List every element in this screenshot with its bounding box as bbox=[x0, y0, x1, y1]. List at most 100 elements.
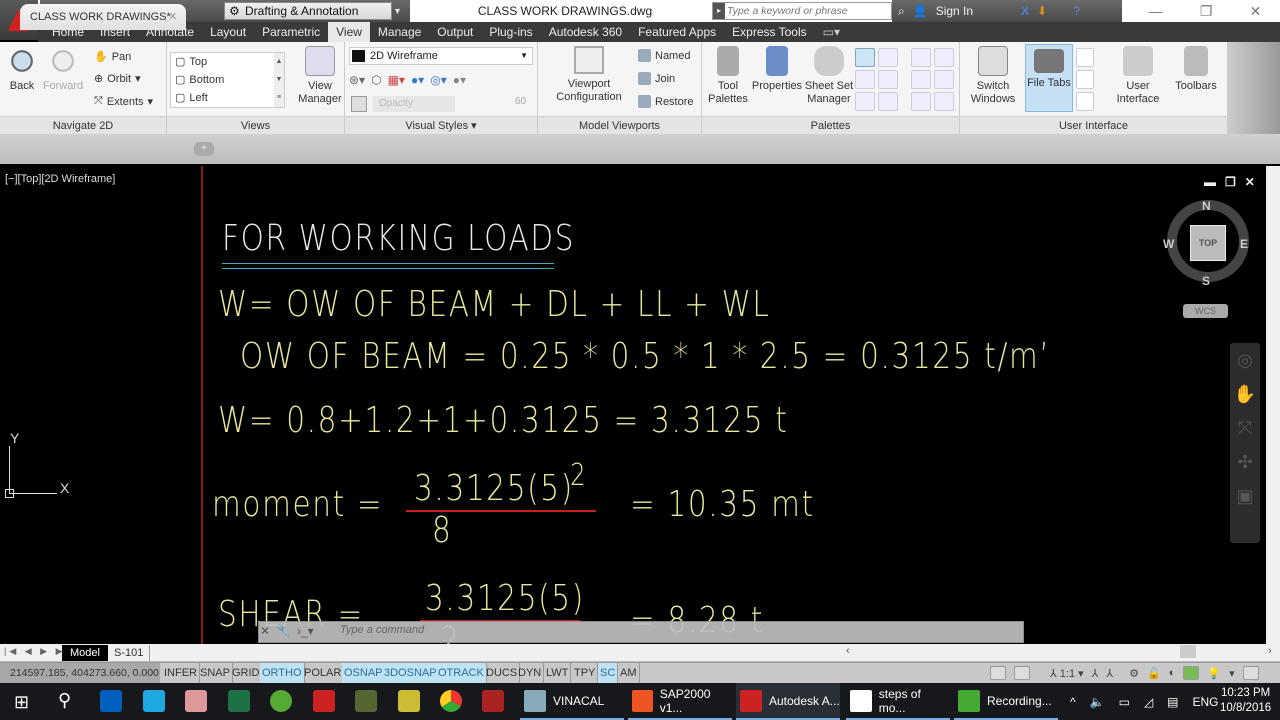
face-style-icon[interactable]: ⬡ bbox=[371, 73, 381, 87]
layout-nav-arrows[interactable]: |◀ ◀ ▶ ▶| bbox=[4, 646, 71, 657]
ribbon-minimize-icon[interactable]: ▭▾ bbox=[815, 22, 848, 42]
compass-north[interactable]: N bbox=[1202, 199, 1211, 213]
visual-style-dropdown[interactable]: 2D Wireframe ▼ bbox=[349, 47, 533, 65]
restore-viewports-button[interactable]: Restore bbox=[638, 95, 694, 108]
close-tab-icon[interactable]: ✕ bbox=[168, 4, 177, 30]
toggle-snap[interactable]: SNAP bbox=[198, 663, 233, 683]
visual-styles-manager-icon[interactable] bbox=[911, 70, 931, 89]
viewport-close-icon[interactable]: ✕ bbox=[1245, 175, 1255, 189]
toggle-infer[interactable]: INFER bbox=[162, 663, 200, 683]
show-hidden-icons-icon[interactable]: ^ bbox=[1070, 695, 1076, 709]
opacity-slider[interactable]: Opacity bbox=[373, 96, 455, 112]
sheet-set-manager-button[interactable]: Sheet Set Manager bbox=[804, 46, 854, 106]
compass-south[interactable]: S bbox=[1202, 274, 1210, 288]
toggle-dyn[interactable]: DYN bbox=[516, 663, 545, 683]
render-icon[interactable] bbox=[911, 92, 931, 111]
command-line-toggle-icon[interactable] bbox=[855, 48, 875, 67]
gallery-scroll[interactable]: ▲ ▼ ≡ bbox=[274, 53, 284, 107]
view-bottom[interactable]: ▢ Bottom bbox=[175, 73, 224, 87]
file-tab-class-work-drawings[interactable]: CLASS WORK DRAWINGS* bbox=[20, 4, 186, 30]
taskbar-app-camtasia[interactable]: Recording... bbox=[954, 683, 1058, 720]
app-icon-blue[interactable] bbox=[143, 690, 165, 712]
toolbar-lock-icon[interactable]: 🔓 bbox=[1147, 667, 1161, 680]
toggle-ortho[interactable]: ORTHO bbox=[260, 663, 305, 683]
exchange-icon[interactable]: X bbox=[1021, 4, 1029, 18]
viewport-controls[interactable]: [−][Top][2D Wireframe] bbox=[5, 173, 115, 185]
views-gallery[interactable]: ▢ Top ▢ Bottom ▢ Left ▲ ▼ ≡ bbox=[170, 52, 285, 108]
layout-tab-model[interactable]: Model bbox=[62, 645, 108, 661]
viewport-restore-icon[interactable]: ❐ bbox=[1225, 175, 1236, 189]
lights-palette-icon[interactable] bbox=[934, 48, 954, 67]
toggle-polar[interactable]: POLAR bbox=[302, 663, 345, 683]
pan-icon[interactable]: ✋ bbox=[1230, 377, 1260, 411]
taskbar-app-photos[interactable]: steps of mo... bbox=[846, 683, 950, 720]
workspace-switching-gear-icon[interactable]: ⚙ bbox=[1129, 667, 1139, 680]
excel-icon[interactable] bbox=[228, 690, 250, 712]
annotation-visibility-icon[interactable]: ⅄ bbox=[1092, 667, 1099, 680]
edge-effects-icon[interactable]: ⊛▾ bbox=[349, 73, 365, 87]
back-button[interactable]: Back bbox=[6, 46, 38, 93]
search-input[interactable]: Type a keyword or phrase bbox=[712, 2, 892, 20]
external-references-icon[interactable] bbox=[855, 70, 875, 89]
snipping-tool-icon[interactable] bbox=[185, 690, 207, 712]
material-icon[interactable]: ▦▾ bbox=[388, 73, 405, 87]
auto-scale-icon[interactable]: ⅄ bbox=[1106, 667, 1113, 680]
tool-palettes-button[interactable]: Tool Palettes bbox=[706, 46, 750, 106]
design-center-icon[interactable] bbox=[878, 48, 898, 67]
tab-view[interactable]: View bbox=[328, 22, 370, 42]
app-icon-green[interactable] bbox=[355, 690, 377, 712]
hardware-acceleration-icon[interactable]: ◐ bbox=[1169, 667, 1176, 679]
clean-screen-icon[interactable] bbox=[1242, 666, 1259, 680]
scroll-left-icon[interactable]: ‹ bbox=[846, 645, 850, 657]
stay-connected-icon[interactable]: ⬇ bbox=[1037, 4, 1047, 18]
compass-west[interactable]: W bbox=[1163, 237, 1174, 251]
model-space-icon[interactable] bbox=[990, 666, 1006, 680]
coordinates-readout[interactable]: 214597.185, 404273.660, 0.000 bbox=[0, 663, 160, 683]
toggle-otrack[interactable]: OTRACK bbox=[436, 663, 487, 683]
command-prompt-icon[interactable]: ›_▾ bbox=[297, 624, 314, 638]
view-manager-button[interactable]: View Manager bbox=[295, 46, 345, 106]
ucs-menu[interactable]: WCS bbox=[1183, 304, 1228, 318]
sign-in-button[interactable]: Sign In bbox=[936, 4, 973, 18]
chrome-icon[interactable] bbox=[440, 690, 462, 712]
layer-properties-icon[interactable] bbox=[878, 92, 898, 111]
quickcalc-icon[interactable] bbox=[878, 70, 898, 89]
showmotion-icon[interactable]: ▣ bbox=[1230, 479, 1260, 513]
toggle-lwt[interactable]: LWT bbox=[544, 663, 572, 683]
forward-button[interactable]: Forward bbox=[40, 46, 86, 93]
scroll-right-icon[interactable]: › bbox=[1268, 645, 1272, 657]
toggle-grid[interactable]: GRID bbox=[230, 663, 263, 683]
help-icon[interactable]: ? bbox=[1073, 4, 1080, 18]
steering-wheel-icon[interactable]: ◎ bbox=[1230, 343, 1260, 377]
workspace-dropdown[interactable]: Drafting & Annotation bbox=[224, 2, 392, 20]
cameras-icon[interactable] bbox=[934, 70, 954, 89]
lightbulb-icon[interactable]: 💡 bbox=[1207, 667, 1221, 680]
tab-autodesk-360[interactable]: Autodesk 360 bbox=[541, 22, 630, 42]
tile-vertical-icon[interactable] bbox=[1076, 70, 1094, 89]
properties-button[interactable]: Properties bbox=[750, 46, 804, 93]
lights-icon[interactable]: ●▾ bbox=[411, 73, 424, 87]
xray-icon[interactable] bbox=[351, 96, 367, 112]
download-manager-icon[interactable] bbox=[313, 690, 335, 712]
close-icon[interactable]: ✕ bbox=[1250, 3, 1262, 20]
bluetooth-icon[interactable] bbox=[100, 690, 122, 712]
tab-parametric[interactable]: Parametric bbox=[254, 22, 328, 42]
toggle-osnap[interactable]: OSNAP bbox=[342, 663, 386, 683]
markup-set-icon[interactable] bbox=[855, 92, 875, 111]
view-left[interactable]: ▢ Left bbox=[175, 91, 208, 105]
language-indicator[interactable]: ENG bbox=[1193, 695, 1219, 709]
restore-icon[interactable]: ❐ bbox=[1200, 3, 1213, 20]
new-tab-button[interactable]: + bbox=[194, 142, 214, 156]
toggle-sc[interactable]: SC bbox=[598, 663, 619, 683]
cascade-icon[interactable] bbox=[1076, 92, 1094, 111]
orbit-nav-icon[interactable]: ✣ bbox=[1230, 445, 1260, 479]
wifi-icon[interactable]: ◿ bbox=[1144, 695, 1153, 709]
utorrent-icon[interactable] bbox=[270, 690, 292, 712]
pan-button[interactable]: ✋ Pan bbox=[94, 50, 131, 64]
customize-qat-arrow-icon[interactable]: ▼ bbox=[393, 2, 405, 20]
orbit-button[interactable]: ⊕ Orbit ▾ bbox=[94, 72, 141, 86]
volume-icon[interactable]: 🔈 bbox=[1090, 695, 1105, 709]
extents-button[interactable]: ⤧ Extents ▾ bbox=[94, 95, 153, 108]
toggle-ducs[interactable]: DUCS bbox=[484, 663, 521, 683]
toggle-am[interactable]: AM bbox=[618, 663, 640, 683]
